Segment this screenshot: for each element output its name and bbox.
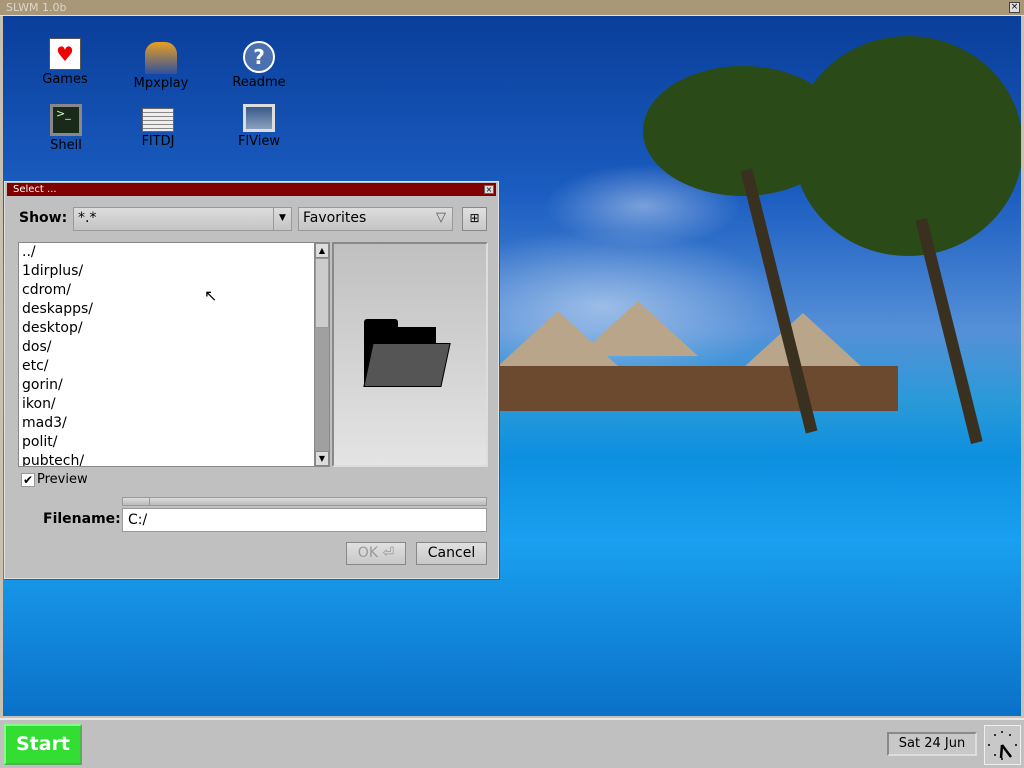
scrollbar[interactable]: ▲ ▼ (314, 243, 329, 466)
desktop-icon-shell[interactable]: >_ Shell (21, 104, 111, 153)
folder-icon (363, 319, 451, 387)
clock-icon (984, 725, 1021, 765)
chevron-down-icon: ▼ (273, 208, 291, 230)
hut (578, 301, 698, 356)
file-list-item[interactable]: mad3/ (19, 414, 329, 433)
file-list-item[interactable]: deskapps/ (19, 300, 329, 319)
jukebox-icon (145, 42, 177, 74)
pier (498, 366, 898, 411)
icon-label: Mpxplay (133, 76, 189, 91)
file-list-item[interactable]: 1dirplus/ (19, 262, 329, 281)
icon-label: Shell (50, 138, 82, 153)
dialog-title: Select ... (13, 184, 57, 195)
taskbar: Start Sat 24 Jun (0, 718, 1024, 768)
terminal-icon: >_ (50, 104, 82, 136)
filter-dropdown[interactable]: *.* ▼ (73, 207, 292, 231)
newspaper-icon (142, 108, 174, 132)
preview-pane (332, 242, 488, 467)
icon-label: Readme (232, 75, 286, 90)
palm-tree (793, 36, 1021, 256)
desktop-icon-mpxplay[interactable]: Mpxplay (116, 42, 206, 91)
file-list-item[interactable]: pubtech/ (19, 452, 329, 466)
file-list-item[interactable]: etc/ (19, 357, 329, 376)
close-icon[interactable]: × (484, 185, 494, 194)
hut (743, 313, 863, 368)
progress-bar (122, 497, 487, 506)
file-list-item[interactable]: desktop/ (19, 319, 329, 338)
file-list[interactable]: ../1dirplus/cdrom/deskapps/desktop/dos/e… (18, 242, 330, 467)
icon-label: FlTDJ (141, 134, 175, 149)
file-list-item[interactable]: ikon/ (19, 395, 329, 414)
file-list-item[interactable]: ../ (19, 243, 329, 262)
scroll-down-icon[interactable]: ▼ (315, 451, 329, 466)
filename-label: Filename: (43, 511, 121, 527)
desktop-icon-games[interactable]: ♥ Games (20, 38, 110, 87)
preview-label: Preview (37, 472, 88, 487)
favorites-label: Favorites (303, 210, 367, 226)
scrollbar-thumb[interactable] (315, 258, 329, 328)
date-display: Sat 24 Jun (887, 732, 977, 756)
preview-checkbox[interactable]: ✔ (21, 473, 35, 487)
filter-value: *.* (78, 210, 97, 226)
window-manager-title: SLWM 1.0b × (0, 0, 1024, 16)
dialog-title-bar[interactable]: Select ... × (7, 183, 496, 196)
new-folder-button[interactable]: ⊞ (462, 207, 487, 231)
desktop-icon-fltdj[interactable]: FlTDJ (113, 102, 203, 149)
mouse-cursor-icon: ↖ (204, 286, 218, 305)
wm-title-text: SLWM 1.0b (6, 1, 67, 14)
filename-input[interactable] (122, 508, 487, 532)
file-list-item[interactable]: cdrom/ (19, 281, 329, 300)
cards-icon: ♥ (49, 38, 81, 70)
image-viewer-icon (243, 104, 275, 132)
file-list-item[interactable]: dos/ (19, 338, 329, 357)
icon-label: FlView (238, 134, 280, 149)
help-icon: ? (243, 41, 275, 73)
favorites-dropdown[interactable]: Favorites ▽ (298, 207, 453, 231)
file-list-item[interactable]: polit/ (19, 433, 329, 452)
file-list-item[interactable]: gorin/ (19, 376, 329, 395)
desktop-icon-flview[interactable]: FlView (214, 104, 304, 149)
desktop-icon-readme[interactable]: ? Readme (214, 41, 304, 90)
close-icon[interactable]: × (1009, 2, 1020, 13)
start-button[interactable]: Start (4, 724, 82, 765)
cancel-button[interactable]: Cancel (416, 542, 487, 565)
chevron-down-icon: ▽ (436, 210, 446, 225)
show-label: Show: (19, 210, 68, 226)
palm-trunk (915, 217, 983, 445)
icon-label: Games (42, 72, 88, 87)
ok-button[interactable]: OK ⏎ (346, 542, 406, 565)
file-select-dialog: Select ... × Show: *.* ▼ Favorites ▽ ⊞ .… (4, 181, 499, 579)
scroll-up-icon[interactable]: ▲ (315, 243, 329, 258)
new-folder-icon: ⊞ (469, 211, 480, 225)
